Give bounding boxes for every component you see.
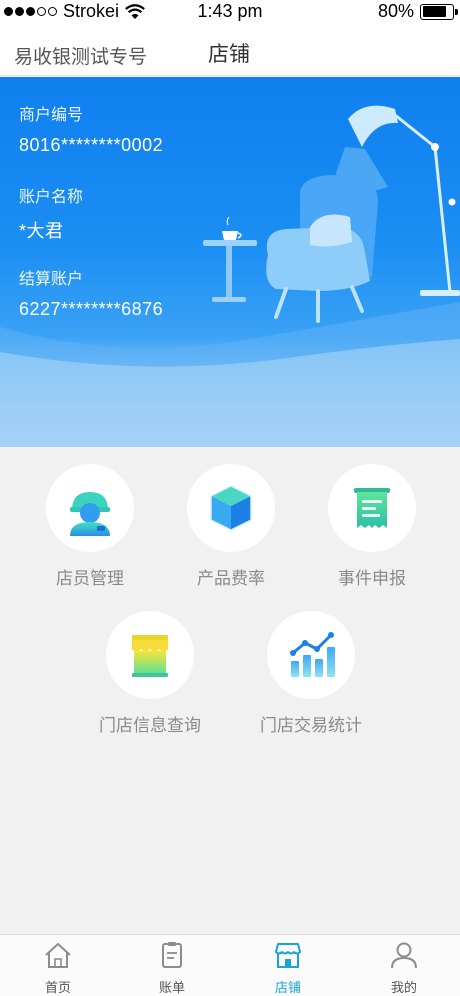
bottom-tab-bar: 首页 账单 店铺 我的	[0, 934, 460, 996]
tab-mine[interactable]: 我的	[364, 941, 444, 996]
staff-icon	[46, 464, 134, 552]
tab-home[interactable]: 首页	[18, 941, 98, 996]
tab-shop[interactable]: 店铺	[248, 941, 328, 996]
tab-bill[interactable]: 账单	[132, 941, 212, 996]
menu-label-store-stats: 门店交易统计	[260, 716, 362, 735]
user-icon	[391, 942, 417, 969]
status-bar: Strokei 1:43 pm 80%	[0, 0, 460, 24]
settlement-account-block: 结算账户 6227********6876	[19, 265, 163, 320]
menu-staff-management[interactable]: 店员管理	[15, 464, 165, 589]
account-name-label: 账户名称	[19, 189, 84, 206]
bill-icon	[162, 942, 182, 968]
battery-percent: 80%	[377, 1, 414, 21]
menu-label-event-report: 事件申报	[338, 569, 406, 588]
page-title: 店铺	[208, 43, 250, 66]
store-name[interactable]: 易收银测试专号	[14, 42, 147, 69]
settlement-account-label: 结算账户	[19, 271, 84, 288]
menu-store-info[interactable]: 门店信息查询	[75, 611, 225, 736]
settlement-account-value: 6227********6876	[19, 299, 164, 319]
menu-product-rate[interactable]: 产品费率	[156, 464, 306, 589]
merchant-number-label: 商户编号	[19, 107, 84, 124]
menu-label-product-rate: 产品费率	[197, 569, 265, 588]
account-hero: 商户编号 8016********0002 账户名称 *大君 结算账户 6227…	[0, 77, 460, 447]
menu-event-report[interactable]: 事件申报	[297, 464, 447, 589]
shop-icon	[275, 943, 301, 968]
receipt-icon	[328, 464, 416, 552]
tab-shop-label: 店铺	[274, 980, 301, 995]
cube-icon	[187, 464, 275, 552]
menu-store-stats[interactable]: 门店交易统计	[236, 611, 386, 736]
storefront-icon	[106, 611, 194, 699]
battery-icon	[420, 3, 458, 20]
account-name-block: 账户名称 *大君	[19, 183, 83, 243]
nav-bar: 易收银测试专号 店铺	[0, 24, 460, 76]
battery-group: 80%	[377, 1, 458, 22]
menu-label-staff: 店员管理	[56, 569, 124, 588]
coffee-table-icon	[203, 216, 257, 302]
account-name-value: *大君	[19, 221, 64, 241]
tab-home-label: 首页	[44, 980, 71, 995]
armchair-icon	[266, 175, 378, 323]
tab-mine-label: 我的	[390, 980, 417, 995]
tab-bill-label: 账单	[158, 980, 185, 995]
merchant-number-block: 商户编号 8016********0002	[19, 101, 163, 156]
stats-chart-icon	[267, 611, 355, 699]
home-icon	[45, 943, 71, 968]
menu-label-store-info: 门店信息查询	[99, 716, 201, 735]
merchant-number-value: 8016********0002	[19, 135, 164, 155]
